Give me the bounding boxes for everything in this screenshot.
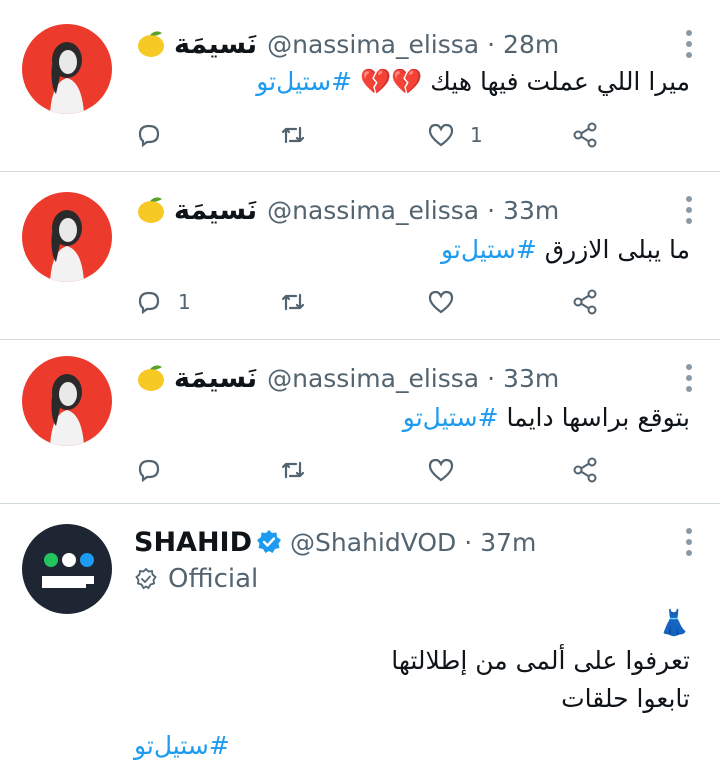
hashtag-link[interactable]: #ستيل‌تو: [134, 726, 230, 766]
display-name[interactable]: نَسيمَة: [174, 195, 257, 226]
separator-dot: ·: [487, 29, 496, 59]
retweet-icon: [281, 461, 305, 479]
separator-dot: ·: [464, 527, 473, 557]
reply-icon: [138, 124, 160, 148]
more-icon[interactable]: [686, 196, 694, 229]
share-button[interactable]: [570, 282, 600, 322]
separator-dot: ·: [487, 363, 496, 393]
share-icon: [573, 289, 597, 315]
tweet-4[interactable]: SHAHID @ShahidVOD · 37m Official 👗 تعرفو…: [0, 504, 720, 768]
like-button[interactable]: [426, 282, 470, 322]
hashtag-link[interactable]: #ستيل‌تو: [441, 235, 537, 264]
tweet-1[interactable]: نَسيمَة @nassima_elissa · 28m ميرا اللي …: [0, 0, 720, 172]
retweet-icon: [281, 293, 305, 311]
lemon-icon: [138, 197, 164, 223]
tweet-body: ميرا اللي عملت فيها هيك: [430, 67, 690, 96]
tweet-body: بتوقع براسها دايما: [506, 403, 690, 432]
tweet-actions: [134, 450, 654, 490]
user-handle[interactable]: @nassima_elissa: [267, 364, 479, 393]
tweet-text: ميرا اللي عملت فيها هيك 💔💔 #ستيل‌تو: [256, 62, 690, 102]
display-name[interactable]: نَسيمَة: [174, 363, 257, 394]
share-icon: [573, 457, 597, 483]
like-icon: [428, 123, 454, 147]
tweet-header: SHAHID @ShahidVOD · 37m: [134, 522, 536, 562]
broken-heart-emoji: 💔💔: [360, 67, 423, 96]
share-button[interactable]: [570, 450, 600, 490]
tweet-actions: 1: [134, 282, 654, 322]
share-button[interactable]: [570, 115, 600, 155]
more-icon[interactable]: [686, 528, 694, 561]
like-count: 1: [470, 123, 483, 147]
verified-badge-icon: [257, 530, 281, 553]
more-icon[interactable]: [686, 364, 694, 397]
tweet-text: بتوقع براسها دايما #ستيل‌تو: [403, 398, 690, 438]
display-name[interactable]: SHAHID: [134, 527, 252, 558]
reply-button[interactable]: [134, 115, 178, 155]
person-photo-icon: [50, 374, 84, 446]
tweet-2[interactable]: نَسيمَة @nassima_elissa · 33m ما يبلى ال…: [0, 172, 720, 340]
separator-dot: ·: [487, 195, 496, 225]
like-icon: [428, 458, 454, 482]
tweet-actions: 1: [134, 115, 654, 155]
timestamp[interactable]: 37m: [480, 528, 536, 557]
timestamp[interactable]: 28m: [503, 30, 559, 59]
user-handle[interactable]: @ShahidVOD: [290, 528, 456, 557]
like-button[interactable]: 1: [426, 115, 483, 155]
reply-count: 1: [178, 290, 191, 314]
user-handle[interactable]: @nassima_elissa: [267, 30, 479, 59]
tweet-3[interactable]: نَسيمَة @nassima_elissa · 33m بتوقع براس…: [0, 340, 720, 504]
reply-icon: [138, 291, 160, 315]
avatar[interactable]: [22, 192, 112, 282]
retweet-icon: [281, 126, 305, 144]
official-label: Official: [134, 564, 258, 594]
retweet-button[interactable]: [278, 282, 322, 322]
retweet-button[interactable]: [278, 115, 322, 155]
share-icon: [573, 122, 597, 148]
retweet-button[interactable]: [278, 450, 322, 490]
display-name[interactable]: نَسيمَة: [174, 29, 257, 60]
tweet-line-2: تابعوا حلقات: [561, 684, 690, 713]
avatar[interactable]: [22, 524, 112, 614]
more-icon[interactable]: [686, 30, 694, 63]
tweet-body: ما يبلى الازرق: [544, 235, 690, 264]
tweet-text: ما يبلى الازرق #ستيل‌تو: [441, 230, 690, 270]
user-handle[interactable]: @nassima_elissa: [267, 196, 479, 225]
lemon-icon: [138, 365, 164, 391]
reply-button[interactable]: 1: [134, 282, 191, 322]
reply-icon: [138, 459, 160, 483]
official-text: Official: [168, 564, 259, 594]
timestamp[interactable]: 33m: [503, 364, 559, 393]
person-photo-icon: [50, 210, 84, 282]
like-icon: [428, 290, 454, 314]
reply-button[interactable]: [134, 450, 178, 490]
dress-emoji: 👗: [658, 608, 690, 637]
tweet-header: نَسيمَة @nassima_elissa · 28m: [134, 24, 559, 64]
person-photo-icon: [50, 42, 84, 114]
tweet-header: نَسيمَة @nassima_elissa · 33m: [134, 358, 559, 398]
shahid-logo-icon: [42, 553, 94, 588]
avatar[interactable]: [22, 24, 112, 114]
tweet-line-1: تعرفوا على ألمى من إطلالتها: [391, 646, 690, 675]
avatar[interactable]: [22, 356, 112, 446]
official-badge-icon: [135, 567, 157, 590]
lemon-icon: [138, 31, 164, 57]
hashtag-link[interactable]: #ستيل‌تو: [403, 403, 499, 432]
timestamp[interactable]: 33m: [503, 196, 559, 225]
tweet-header: نَسيمَة @nassima_elissa · 33m: [134, 190, 559, 230]
hashtag-link[interactable]: #ستيل‌تو: [256, 67, 352, 96]
tweet-text: 👗 تعرفوا على ألمى من إطلالتها تابعوا حلق…: [391, 604, 690, 718]
like-button[interactable]: [426, 450, 470, 490]
